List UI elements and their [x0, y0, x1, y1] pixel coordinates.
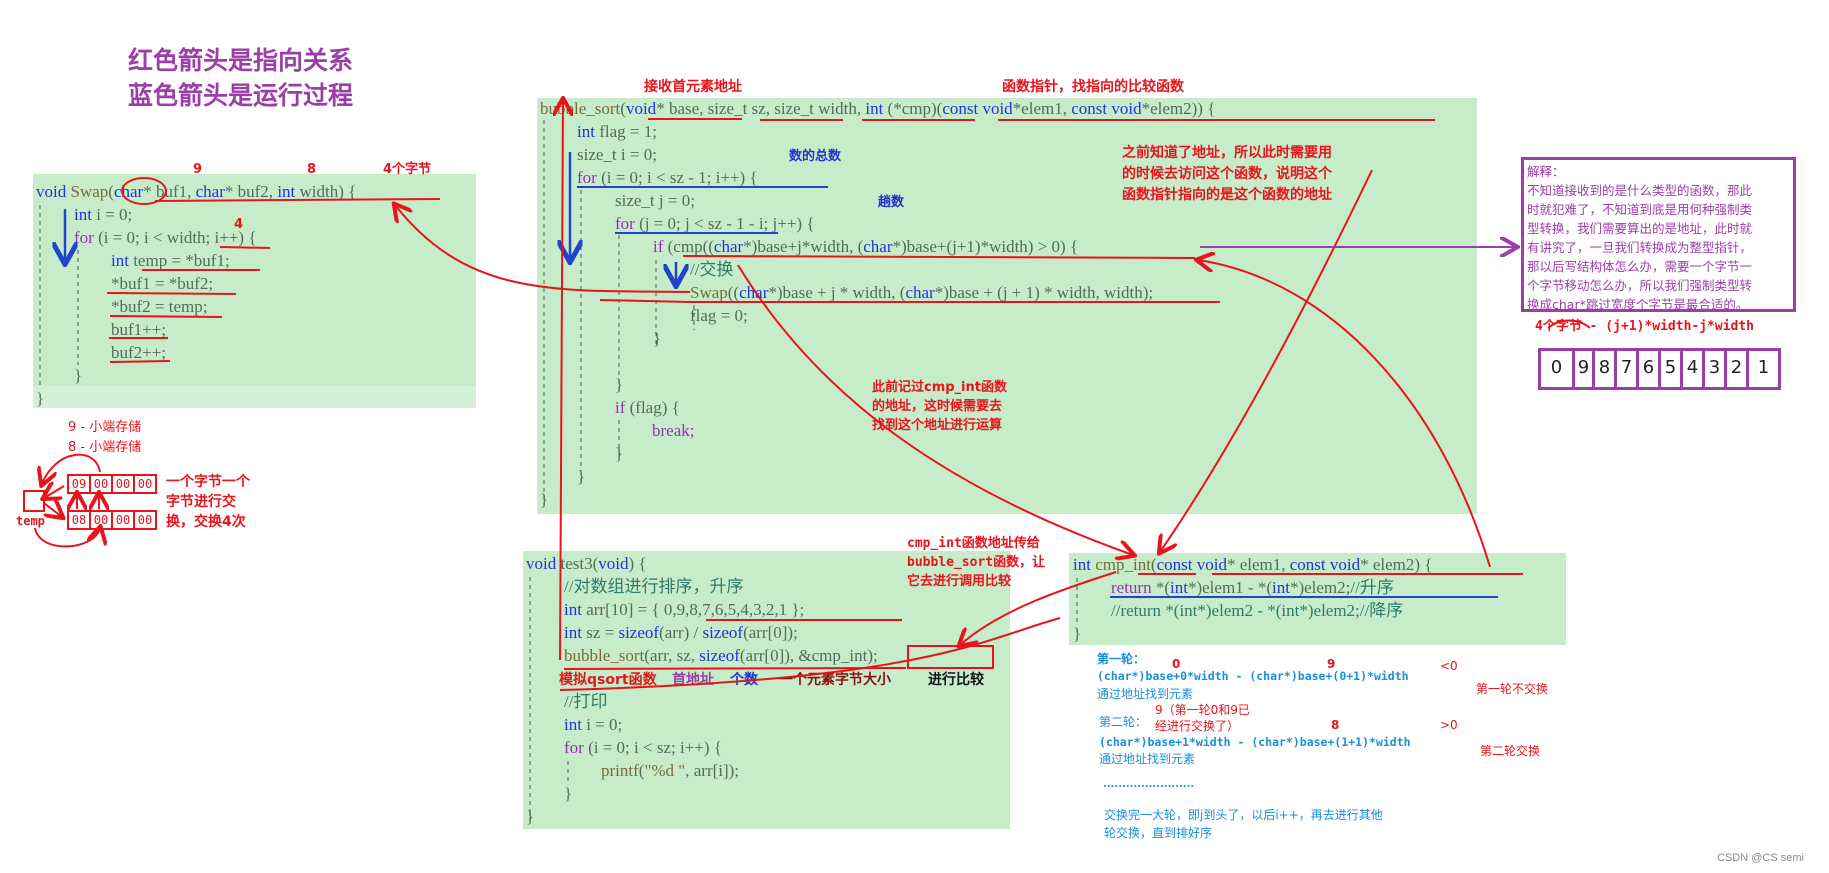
legend-title-red: 红色箭头是指向关系: [128, 46, 354, 75]
bubble-sort-signature: bubble_sort(void* base, size_t sz, size_…: [540, 99, 1216, 118]
code-comment: //交换: [690, 260, 734, 279]
code-line: }: [577, 467, 586, 486]
code-line: if (cmp((char*)base+j*width, (char*)base…: [653, 237, 1079, 256]
annotation-function-pointer: 函数指针，找指向的比较函数: [1002, 79, 1184, 95]
code-comment: //return *(int*)elem2 - *(int*)elem2;//降…: [1111, 601, 1404, 620]
round1-result: 第一轮不交换: [1476, 682, 1549, 696]
code-line: break;: [652, 421, 695, 440]
label-9-little-endian: 9 - 小端存储: [68, 420, 142, 435]
code-line: int flag = 1;: [577, 122, 657, 141]
array-cell: 1: [1746, 348, 1781, 390]
annotation-total-count: 数的总数: [789, 149, 842, 164]
annotation-first-address: 首地址: [672, 672, 714, 688]
byte-cell: 00: [133, 474, 157, 494]
code-line: bubble_sort(arr, sz, sizeof(arr[0]), &cm…: [564, 646, 878, 665]
label-8-little-endian: 8 - 小端存储: [68, 440, 142, 455]
code-line: int i = 0;: [564, 715, 623, 734]
code-line: }: [36, 389, 45, 408]
continuation-dots: ........................: [1103, 779, 1195, 790]
code-line: }: [615, 444, 624, 463]
code-line: for (i = 0; i < width; i++) {: [74, 228, 257, 247]
annotation-4: 4: [234, 217, 244, 232]
code-line: Swap((char*)base + j * width, (char*)bas…: [690, 283, 1154, 302]
code-line: if (flag) {: [615, 398, 680, 417]
temp-box: [23, 490, 45, 512]
annotation-simulate-qsort: 模拟qsort函数: [559, 672, 657, 688]
annotation-count: 个数: [730, 672, 758, 688]
byte-cell: 08: [67, 510, 91, 530]
annotation-passes: 趟数: [878, 195, 905, 210]
code-line: size_t j = 0;: [615, 191, 695, 210]
code-line: }: [1073, 624, 1082, 643]
code-line: *buf1 = *buf2;: [111, 274, 214, 293]
code-line: buf1++;: [111, 320, 167, 339]
code-line: }: [564, 784, 573, 803]
code-line: size_t i = 0;: [577, 145, 657, 164]
byte-cell: 00: [89, 510, 113, 530]
code-line: buf2++;: [111, 343, 167, 362]
code-line: }: [526, 807, 535, 826]
code-line: for (j = 0; j < sz - 1 - i; j++) {: [615, 214, 815, 233]
rounds-summary: 交换完一大轮，即j到头了，以后i++，再去进行其他 轮交换，直到排好序: [1104, 808, 1383, 840]
code-comment: //打印: [564, 692, 608, 711]
byte-cell: 00: [111, 474, 135, 494]
round2-compare: >0: [1440, 718, 1458, 732]
cmp-int-signature: int cmp_int(const void* elem1, const voi…: [1073, 555, 1433, 574]
annotation-4-bytes: 4个字节: [383, 162, 432, 177]
byte-cell: 00: [89, 474, 113, 494]
legend-title-blue: 蓝色箭头是运行过程: [128, 81, 354, 110]
annotation-8: 8: [307, 162, 317, 177]
round1-compare: <0: [1440, 659, 1458, 673]
code-line: for (i = 0; i < sz - 1; i++) {: [577, 168, 758, 187]
code-line: flag = 0;: [690, 306, 748, 325]
test3-signature: void test3(void) {: [526, 554, 647, 573]
code-line: int i = 0;: [74, 205, 133, 224]
annotation-compare: 进行比较: [928, 672, 984, 688]
code-line: int arr[10] = { 0,9,8,7,6,5,4,3,2,1 };: [564, 600, 805, 619]
round2-result: 第二轮交换: [1480, 744, 1541, 758]
code-line: return *(int*)elem1 - *(int*)elem2;//升序: [1111, 578, 1394, 597]
code-line: for (i = 0; i < sz; i++) {: [564, 738, 722, 757]
code-line: int sz = sizeof(arr) / sizeof(arr[0]);: [564, 623, 798, 642]
explanation-box: 解释： 不知道接收到的是什么类型的函数，那此 时就犯难了，不知道到底是用何种强制…: [1521, 157, 1796, 312]
round1-expression: (char*)base+0*width - (char*)base+(0+1)*…: [1097, 669, 1409, 683]
temp-label: temp: [16, 514, 45, 528]
annotation-element-size: 一个元素字节大小: [779, 672, 891, 688]
byte-swap-note: 一个字节一个 字节进行交 换，交换4次: [166, 474, 250, 530]
byte-cell: 00: [133, 510, 157, 530]
code-line: }: [540, 490, 549, 509]
annotation-9: 9: [193, 162, 203, 177]
round2-label: 第二轮：: [1099, 715, 1148, 729]
swap-signature: void Swap(char* buf1, char* buf2, int wi…: [36, 182, 357, 201]
array-cell: 0: [1538, 348, 1575, 390]
byte-cell: 00: [111, 510, 135, 530]
annotation-pass-cmp: cmp_int函数地址传给 bubble_sort函数，让 它去进行调用比较: [907, 536, 1046, 589]
code-line: }: [74, 366, 83, 385]
code-comment: //对数组进行排序，升序: [564, 577, 744, 596]
code-line: int temp = *buf1;: [111, 251, 230, 270]
annotation-recorded-cmp: 此前记过cmp_int函数 的地址，这时候需要去 找到这个地址进行运算: [872, 380, 1007, 433]
watermark: CSDN @CS semi: [1717, 852, 1804, 864]
annotation-address-known: 之前知道了地址，所以此时需要用 的时候去访问这个函数，说明这个 函数指针指向的是…: [1122, 145, 1332, 203]
round2-note: 9（第一轮0和9已 经进行交换了）: [1155, 703, 1250, 733]
code-line: printf("%d ", arr[i]);: [601, 761, 740, 780]
code-line: }: [653, 329, 662, 348]
byte-cell: 09: [67, 474, 91, 494]
bytes-formula: 4个字节 - (j+1)*width-j*width: [1535, 319, 1755, 334]
code-line: *buf2 = temp;: [111, 297, 208, 316]
code-line: }: [615, 375, 624, 394]
annotation-first-element-address: 接收首元素地址: [644, 79, 742, 95]
swap-code-panel-end: [33, 386, 476, 408]
round2-find: 通过地址找到元素: [1099, 752, 1196, 766]
bubble-sort-code-panel: [537, 98, 1477, 514]
